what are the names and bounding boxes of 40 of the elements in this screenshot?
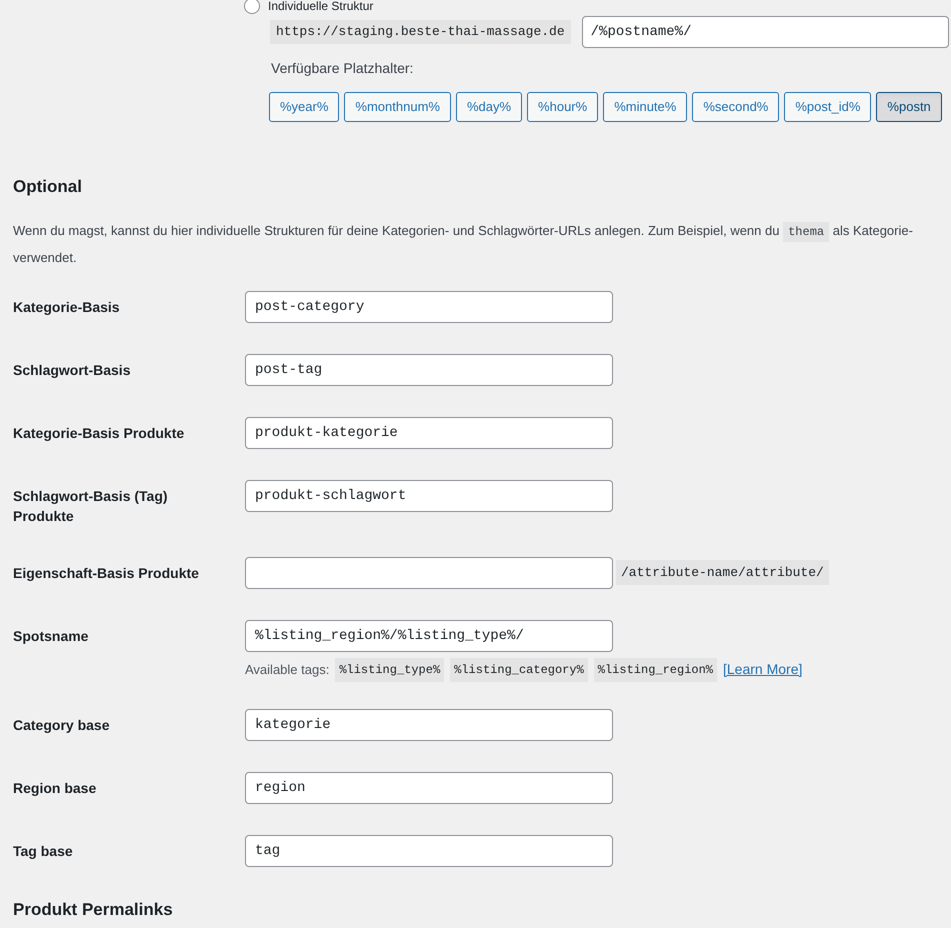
text-input[interactable]	[245, 556, 613, 588]
radio-button[interactable]	[244, 0, 260, 14]
radio-label: Individuelle Struktur	[268, 0, 374, 12]
section-description: Wenn du magst, kannst du hier individuelle Strukturen für deine Kategorien- und Schlagwörter-URLs anlegen. Zum Beispiel, wenn du thema als Kategorie- verwendet.	[13, 220, 914, 266]
tag-code: %listing_category%	[450, 658, 588, 682]
field-label: Kategorie-Basis Produkte	[13, 424, 186, 442]
text-input[interactable]: kategorie	[245, 708, 613, 740]
placeholder-tag-button[interactable]: %second%	[692, 92, 780, 122]
text-input[interactable]: region	[245, 772, 613, 804]
text-input[interactable]: produkt-kategorie	[245, 416, 613, 448]
placeholder-tag-button[interactable]: %day%	[456, 92, 522, 122]
field-label: Category base	[13, 716, 110, 734]
placeholder-tag-button[interactable]: %postn	[876, 92, 942, 122]
field-label: Schlagwort-Basis	[13, 360, 132, 380]
help-text: Available tags:	[245, 660, 330, 679]
url-suffix: /attribute-name/attribute/	[616, 560, 829, 586]
field-label: Schlagwort-Basis (Tag) Produkte	[13, 486, 169, 526]
placeholder-tag-button[interactable]: %year%	[269, 92, 340, 122]
field-label: Region base	[13, 778, 98, 798]
text-input[interactable]: produkt-schlagwort	[245, 480, 613, 512]
field-label: Eigenschaft-Basis Produkte	[13, 564, 200, 582]
placeholders-label: Verfügbare Platzhalter:	[270, 59, 414, 78]
field-label: Kategorie-Basis	[13, 298, 121, 316]
placeholder-tag-button[interactable]: %monthnum%	[344, 92, 451, 122]
tag-code: %listing_type%	[335, 658, 444, 682]
text-input[interactable]: post-category	[245, 290, 613, 322]
learn-more-link[interactable]: [Learn More]	[723, 659, 802, 680]
structure-input[interactable]: /%postname%/	[582, 16, 949, 48]
section-heading: Optional	[13, 176, 83, 198]
text-input[interactable]: %listing_region%/%listing_type%/	[245, 620, 613, 652]
tag-code: %listing_region%	[594, 658, 717, 682]
placeholder-tag-button[interactable]: %minute%	[603, 92, 688, 122]
section-heading: Produkt Permalinks	[13, 898, 174, 920]
placeholder-tag-button[interactable]: %post_id%	[784, 92, 872, 122]
text-input[interactable]: tag	[245, 834, 613, 866]
field-label: Spotsname	[13, 626, 90, 646]
text-input[interactable]: post-tag	[245, 354, 613, 386]
field-label: Tag base	[13, 842, 74, 860]
placeholder-tag-button[interactable]: %hour%	[527, 92, 598, 122]
base-url: https://staging.beste-thai-massage.de	[270, 20, 571, 44]
